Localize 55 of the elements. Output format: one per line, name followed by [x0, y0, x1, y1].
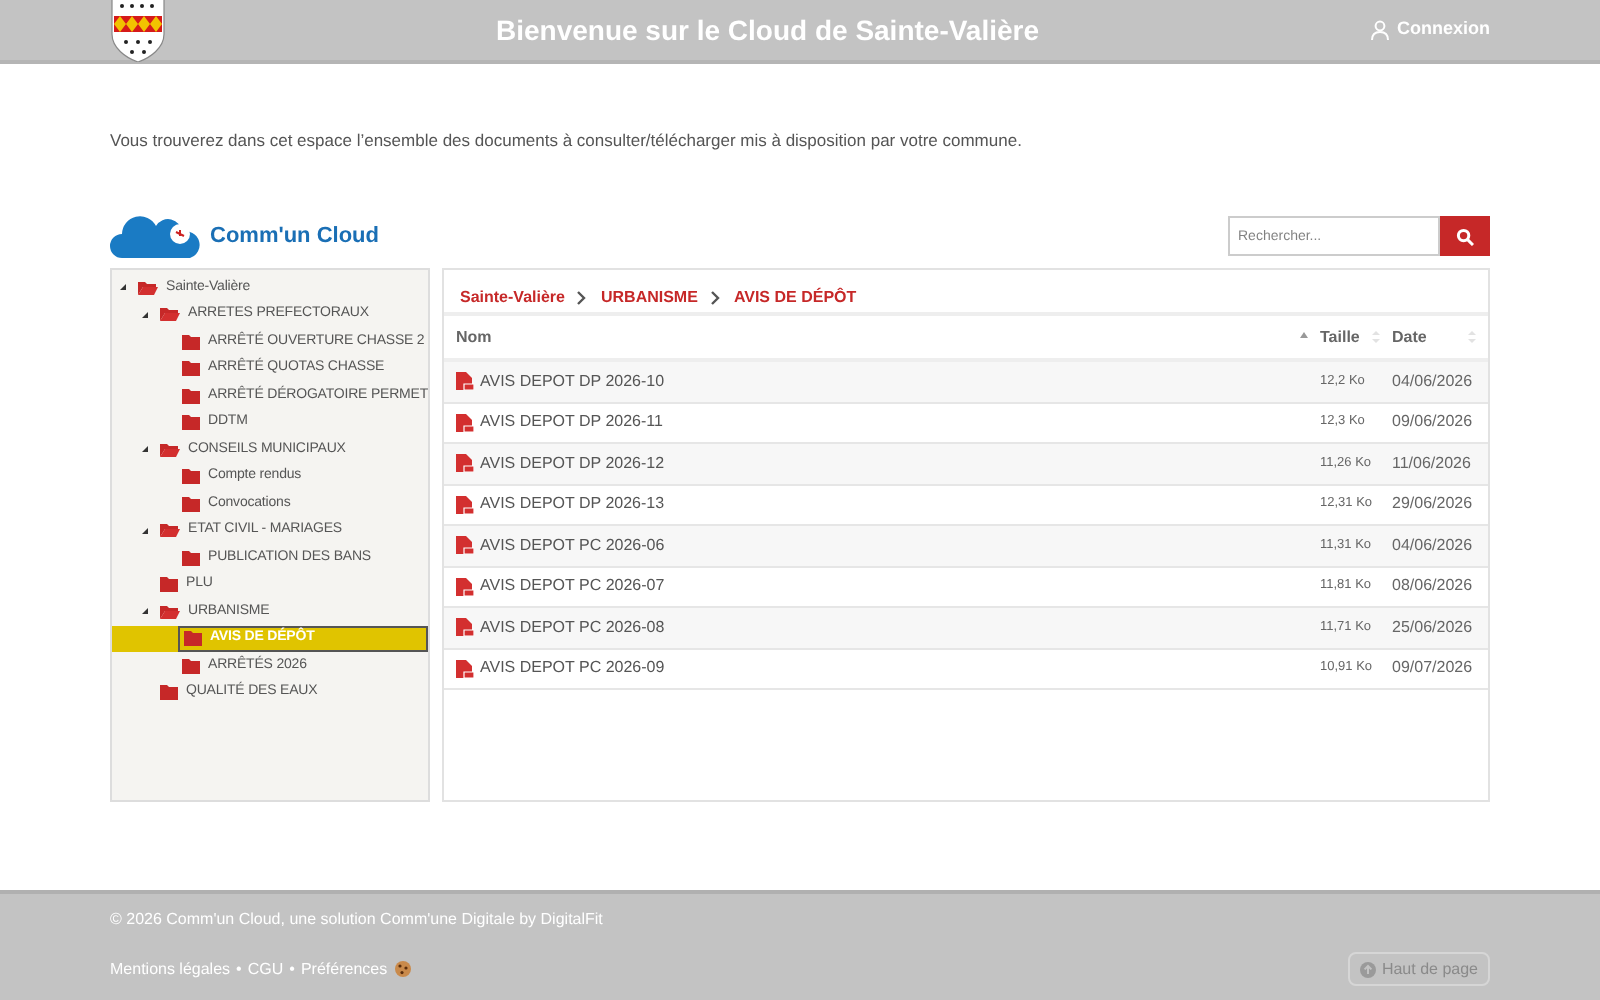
- chevron-right-icon: [576, 289, 589, 305]
- open-folder-icon: [160, 522, 180, 539]
- file-date: 29/06/2026: [1392, 492, 1475, 517]
- site-title: Bienvenue sur le Cloud de Sainte-Valière: [493, 11, 1042, 49]
- collapse-toggle-icon: [118, 282, 128, 293]
- arrow-up-icon: [1359, 961, 1376, 977]
- file-date: 04/06/2026: [1392, 533, 1475, 558]
- user-icon: [1369, 20, 1389, 40]
- search-icon: [1456, 227, 1474, 245]
- file-date: 08/06/2026: [1392, 574, 1475, 599]
- pdf-file-icon: [456, 372, 474, 391]
- file-name[interactable]: AVIS DEPOT PC 2026-08: [480, 615, 665, 640]
- brand-name: Comm'un Cloud: [210, 221, 379, 252]
- search-button[interactable]: [1440, 216, 1490, 256]
- open-folder-icon: [138, 279, 158, 296]
- separator-dot: •: [289, 957, 295, 981]
- pdf-file-icon: [456, 618, 474, 637]
- pdf-file-icon: [456, 659, 474, 678]
- open-folder-icon: [160, 441, 180, 458]
- file-date: 09/06/2026: [1392, 410, 1475, 435]
- open-folder-icon: [160, 603, 180, 620]
- file-name[interactable]: AVIS DEPOT PC 2026-06: [480, 533, 665, 558]
- breadcrumb-link[interactable]: Sainte-Valière: [460, 285, 565, 309]
- file-name[interactable]: AVIS DEPOT DP 2026-10: [480, 369, 665, 394]
- file-name[interactable]: AVIS DEPOT DP 2026-11: [480, 410, 663, 435]
- collapse-toggle-icon: [140, 309, 150, 320]
- file-date: 09/07/2026: [1392, 656, 1475, 681]
- intro-text: Vous trouverez dans cet espace l’ensemble des documents à consulter/télécharger mis à disposition par votre commune.: [110, 128, 1024, 154]
- file-name[interactable]: AVIS DEPOT PC 2026-07: [480, 574, 665, 599]
- pdf-file-icon: [456, 577, 474, 596]
- chevron-right-icon: [709, 289, 722, 305]
- open-folder-icon: [160, 306, 180, 323]
- cookie-icon: [393, 960, 412, 978]
- column-header[interactable]: Taille: [1320, 316, 1392, 358]
- separator-dot: •: [236, 957, 242, 981]
- pdf-file-icon: [456, 495, 474, 514]
- cloud-logo: [110, 214, 202, 258]
- breadcrumb-link[interactable]: AVIS DE DÉPÔT: [733, 285, 857, 309]
- crest-logo: [110, 0, 166, 62]
- pdf-file-icon: [456, 413, 474, 432]
- copyright-text: © 2026 Comm'un Cloud, une solution Comm'une Digitale by DigitalFit: [110, 908, 605, 932]
- breadcrumb-link[interactable]: URBANISME: [600, 285, 698, 309]
- collapse-toggle-icon: [140, 525, 150, 536]
- file-name[interactable]: AVIS DEPOT DP 2026-12: [480, 451, 665, 476]
- column-header[interactable]: Date: [1392, 316, 1488, 358]
- column-header[interactable]: Nom: [444, 316, 1320, 358]
- file-name[interactable]: AVIS DEPOT DP 2026-13: [480, 492, 665, 517]
- file-date: 11/06/2026: [1392, 451, 1473, 476]
- file-date: 04/06/2026: [1392, 369, 1475, 394]
- file-date: 25/06/2026: [1392, 615, 1475, 640]
- collapse-toggle-icon: [140, 444, 150, 455]
- file-name[interactable]: AVIS DEPOT PC 2026-09: [480, 656, 665, 681]
- collapse-toggle-icon: [140, 606, 150, 617]
- pdf-file-icon: [456, 536, 474, 555]
- pdf-file-icon: [456, 454, 474, 473]
